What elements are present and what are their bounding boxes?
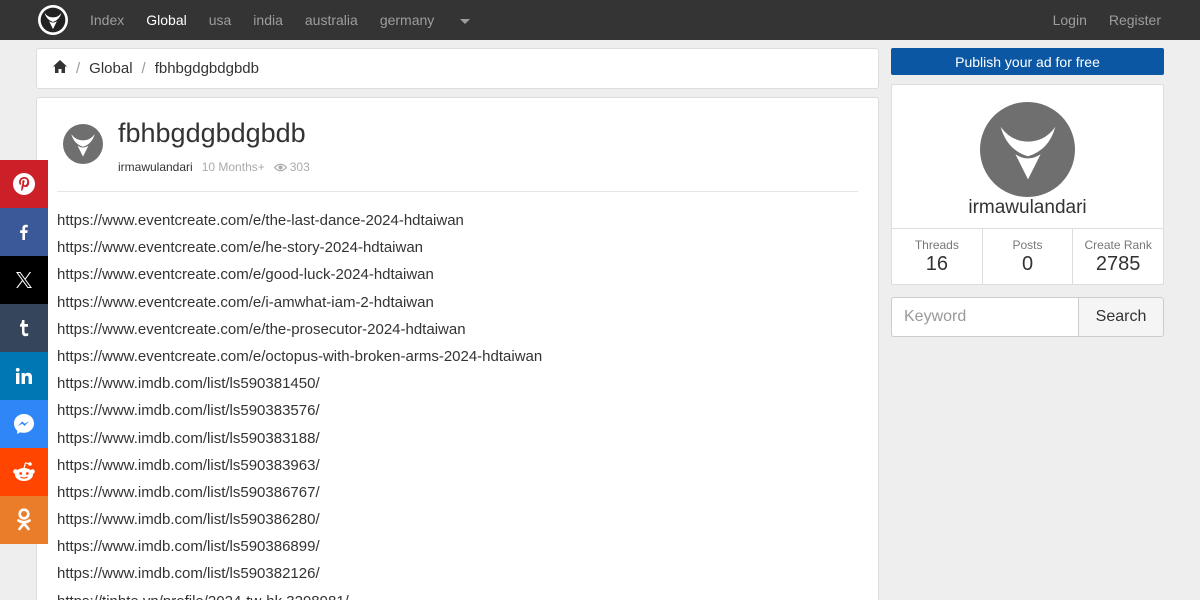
tumblr-share-button[interactable] [0,304,48,352]
site-logo-icon[interactable] [38,5,68,35]
post-link-line[interactable]: https://www.imdb.com/list/ls590386767/ [57,482,858,509]
home-icon[interactable] [53,60,67,77]
x-icon [16,272,32,288]
post-meta: irmawulandari 10 Months+ 303 [118,160,310,174]
stat-label: Threads [914,238,959,252]
post-link-line[interactable]: https://www.eventcreate.com/e/octopus-wi… [57,346,858,373]
post-link-line[interactable]: https://www.imdb.com/list/ls590386899/ [57,536,858,563]
facebook-icon [20,224,28,240]
nav-more-dropdown-caret-icon[interactable] [460,18,471,24]
stat-value: 2785 [1095,253,1141,275]
breadcrumb-item-global[interactable]: Global [89,60,132,77]
stat-value: 0 [1021,253,1034,275]
nav-item-australia[interactable]: australia [305,12,358,28]
breadcrumb-item-current: fbhbgdgbdgbdb [154,60,259,77]
reddit-icon [13,462,35,481]
author-avatar[interactable] [63,124,103,164]
nav-item-global[interactable]: Global [146,12,186,28]
post-link-line[interactable]: https://www.imdb.com/list/ls590381450/ [57,373,858,400]
profile-avatar[interactable] [980,102,1075,197]
post-link-line[interactable]: https://tinhte.vn/profile/2024-tw-hk.329… [57,591,858,600]
profile-name[interactable]: irmawulandari [892,197,1163,219]
post-link-line[interactable]: https://www.eventcreate.com/e/he-story-2… [57,237,858,264]
tumblr-icon [20,320,29,337]
post-link-line[interactable]: https://www.eventcreate.com/e/i-amwhat-i… [57,292,858,319]
messenger-share-button[interactable] [0,400,48,448]
linkedin-share-button[interactable] [0,352,48,400]
post-time: 10 Months+ [201,160,265,174]
post-link-line[interactable]: https://www.imdb.com/list/ls590383963/ [57,455,858,482]
nav-item-germany[interactable]: germany [380,12,434,28]
login-link[interactable]: Login [1053,12,1087,28]
profile-stats: Threads 16 Posts 0 Create Rank 2785 [892,228,1163,284]
top-navbar: Index Global usa india australia germany… [0,0,1200,40]
search-input[interactable] [891,297,1078,337]
stat-label: Create Rank [1084,238,1152,252]
post-link-line[interactable]: https://www.eventcreate.com/e/the-prosec… [57,319,858,346]
search-button[interactable]: Search [1078,297,1164,337]
post-divider [57,191,858,192]
pinterest-icon [13,173,35,195]
facebook-share-button[interactable] [0,208,48,256]
pinterest-share-button[interactable] [0,160,48,208]
stat-create-rank: Create Rank 2785 [1073,229,1163,284]
stat-label: Posts [1012,238,1043,252]
nav-item-india[interactable]: india [253,12,283,28]
search-box: Search [891,297,1164,337]
x-share-button[interactable] [0,256,48,304]
publish-ad-button[interactable]: Publish your ad for free [891,48,1164,75]
post-views-count: 303 [289,160,310,174]
post-link-line[interactable]: https://www.imdb.com/list/ls590382126/ [57,563,858,590]
post-link-line[interactable]: https://www.imdb.com/list/ls590383576/ [57,400,858,427]
odnoklassniki-share-button[interactable] [0,496,48,544]
messenger-icon [14,414,34,434]
odnoklassniki-icon [17,508,31,531]
post-link-line[interactable]: https://www.imdb.com/list/ls590383188/ [57,428,858,455]
stat-posts: Posts 0 [983,229,1074,284]
stat-value: 16 [925,253,948,275]
post-title: fbhbgdgbdgbdb [118,118,306,148]
post-link-line[interactable]: https://www.eventcreate.com/e/good-luck-… [57,264,858,291]
nav-item-usa[interactable]: usa [209,12,232,28]
post-panel: fbhbgdgbdgbdb irmawulandari 10 Months+ 3… [36,97,879,600]
nav-item-index[interactable]: Index [90,12,124,28]
post-link-line[interactable]: https://www.eventcreate.com/e/the-last-d… [57,210,858,237]
breadcrumb-separator: / [141,60,146,77]
stat-threads: Threads 16 [892,229,983,284]
linkedin-icon [15,367,32,384]
profile-card: irmawulandari Threads 16 Posts 0 Create … [891,84,1164,285]
post-author-link[interactable]: irmawulandari [118,160,193,174]
register-link[interactable]: Register [1109,12,1161,28]
reddit-share-button[interactable] [0,448,48,496]
post-link-line[interactable]: https://www.imdb.com/list/ls590386280/ [57,509,858,536]
post-views: 303 [273,160,310,174]
share-sidebar [0,160,48,544]
breadcrumb: / Global / fbhbgdgbdgbdb [36,48,879,89]
post-body: https://www.eventcreate.com/e/the-last-d… [57,210,858,600]
breadcrumb-separator: / [76,60,81,77]
eye-icon [273,163,287,171]
